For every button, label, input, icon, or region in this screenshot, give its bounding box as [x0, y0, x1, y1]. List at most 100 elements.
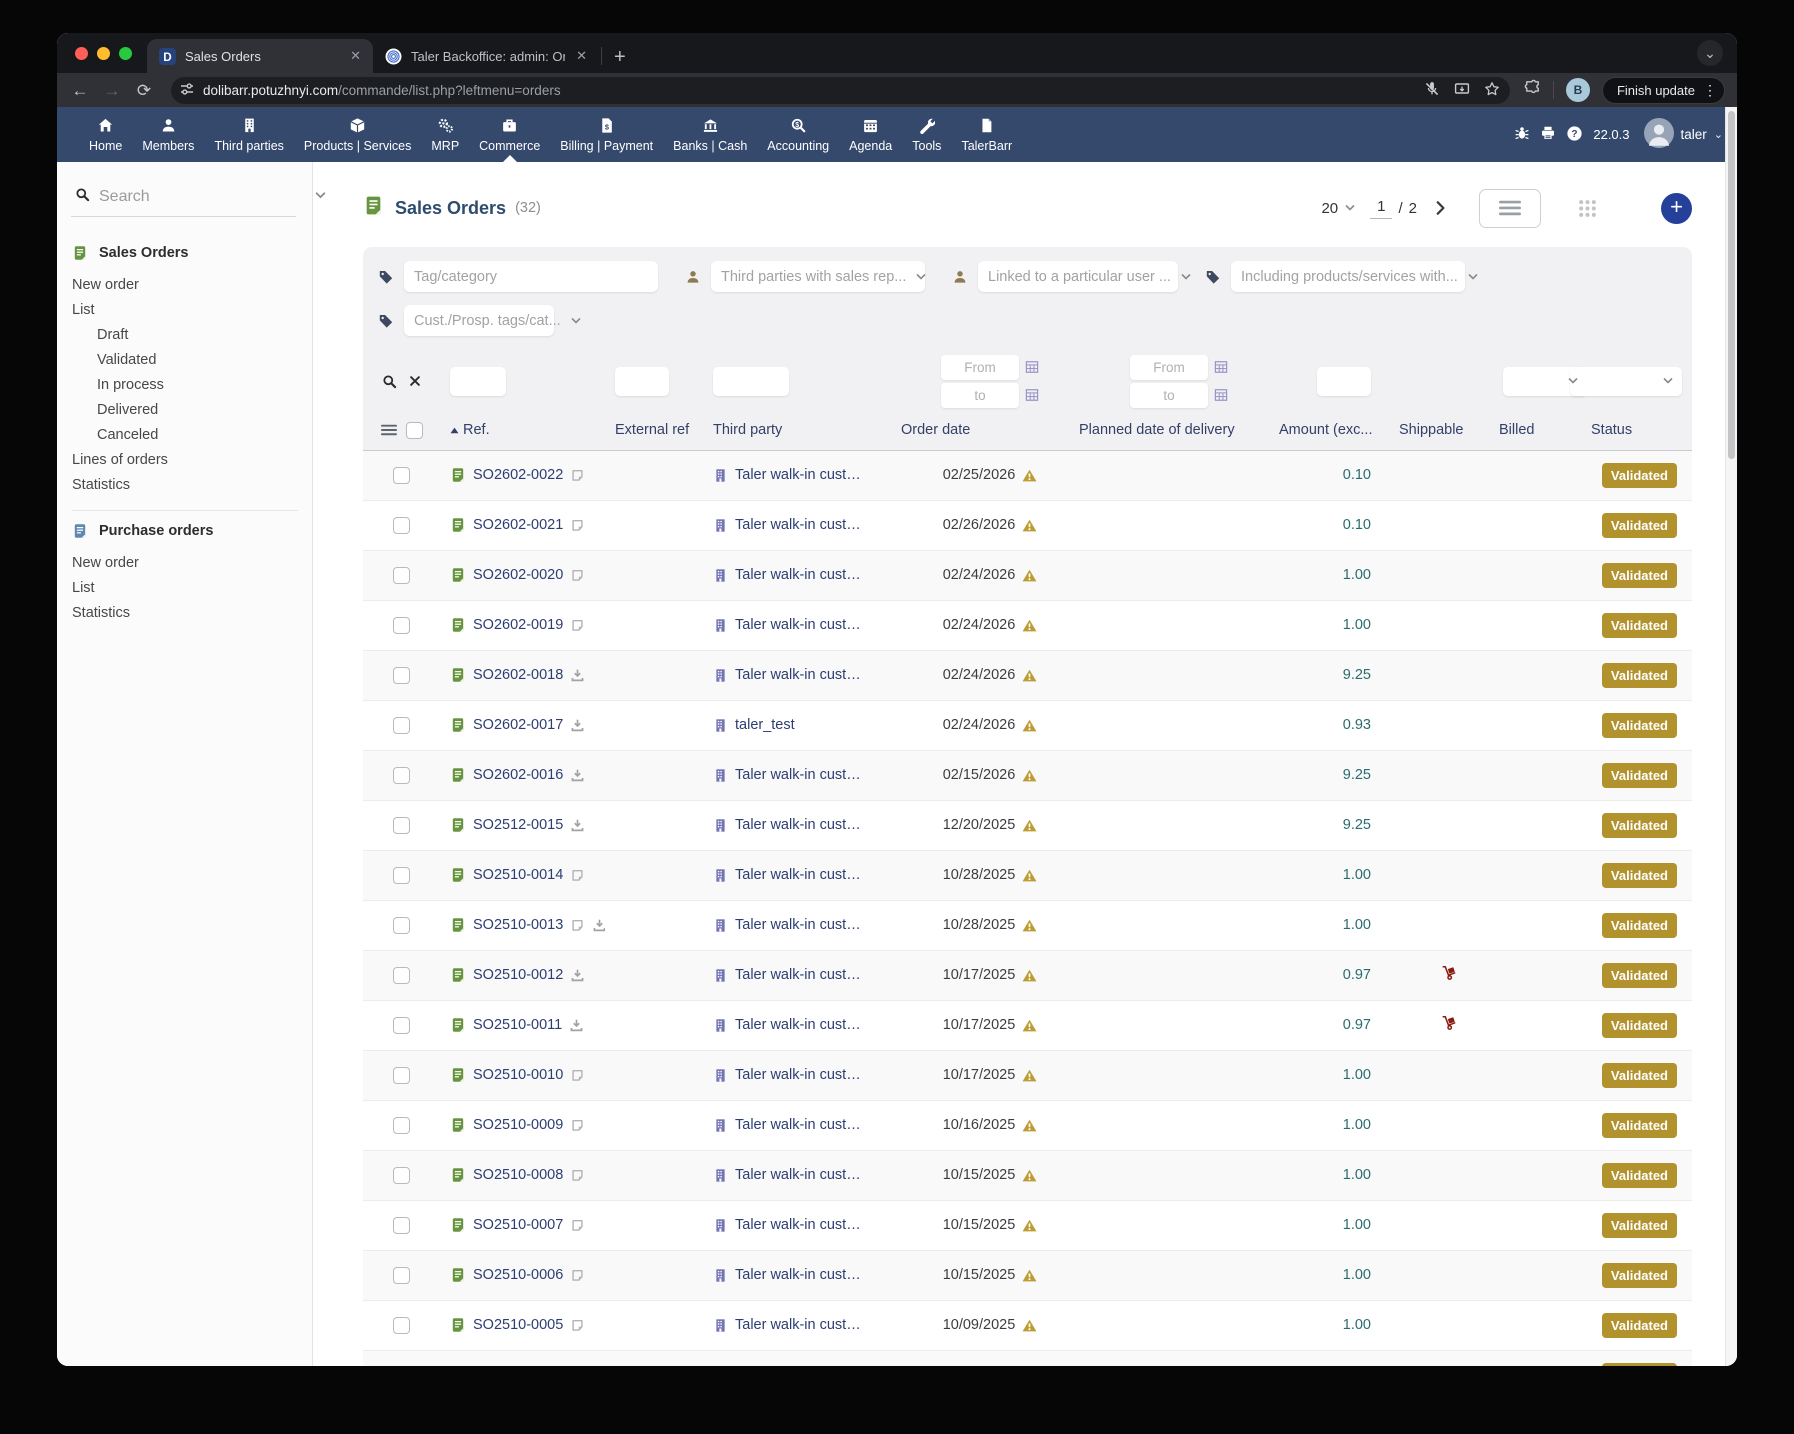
amount-filter-input[interactable] — [1317, 367, 1371, 396]
order-ref-link[interactable]: SO2510-0010 — [473, 1067, 563, 1083]
browser-tab[interactable]: D Sales Orders ✕ — [147, 39, 373, 73]
row-checkbox[interactable] — [393, 917, 410, 934]
third-party-link[interactable]: Taler walk-in cust… — [735, 467, 861, 483]
sidebar-item-list[interactable]: List — [72, 297, 302, 322]
page-size-select[interactable]: 20 — [1321, 200, 1355, 217]
date-to-input[interactable]: to — [1130, 383, 1208, 408]
order-row[interactable]: SO2510-0009 Taler walk-in cust… 10/16/20… — [363, 1100, 1692, 1150]
sidebar-item-statistics[interactable]: Statistics — [72, 600, 302, 625]
topmenu-agenda[interactable]: Agenda — [839, 107, 902, 162]
order-row[interactable]: SO2512-0015 Taler walk-in cust… 12/20/20… — [363, 800, 1692, 850]
filter-select[interactable]: Cust./Prosp. tags/cat... — [404, 305, 554, 336]
order-row[interactable]: SO2602-0022 Taler walk-in cust… 02/25/20… — [363, 450, 1692, 500]
finish-update-button[interactable]: Finish update ⋮ — [1602, 77, 1725, 104]
sidebar-item-statistics[interactable]: Statistics — [72, 472, 302, 497]
search-icon[interactable] — [75, 187, 90, 202]
sidebar-item-lines-of-orders[interactable]: Lines of orders — [72, 447, 302, 472]
order-ref-link[interactable]: SO2510-0012 — [473, 967, 563, 983]
filter-cust-prosp-tags-cat-[interactable]: Cust./Prosp. tags/cat... — [378, 305, 554, 336]
order-ref-link[interactable]: SO2510-0008 — [473, 1167, 563, 1183]
calendar-picker-icon[interactable] — [1214, 388, 1228, 402]
order-row[interactable]: SO2602-0017 taler_test 02/24/2026 0.93 V… — [363, 700, 1692, 750]
order-row[interactable]: SO2602-0019 Taler walk-in cust… 02/24/20… — [363, 600, 1692, 650]
third-party-link[interactable]: Taler walk-in cust… — [735, 1017, 861, 1033]
row-checkbox[interactable] — [393, 1017, 410, 1034]
third-party-link[interactable]: taler_test — [735, 717, 795, 733]
user-menu[interactable]: taler ⌄ — [1644, 118, 1723, 151]
order-amount[interactable]: 0.10 — [1279, 500, 1399, 550]
order-ref-link[interactable]: SO2602-0022 — [473, 467, 563, 483]
order-row[interactable]: SO2510-0010 Taler walk-in cust… 10/17/20… — [363, 1050, 1692, 1100]
scrollbar-thumb[interactable] — [1728, 111, 1735, 459]
topmenu-third-parties[interactable]: Third parties — [204, 107, 293, 162]
bookmark-star-icon[interactable] — [1484, 81, 1500, 100]
order-ref-link[interactable]: SO2602-0017 — [473, 717, 563, 733]
list-view-button[interactable] — [1479, 189, 1541, 228]
order-ref-link[interactable]: SO2510-0006 — [473, 1267, 563, 1283]
order-ref-link[interactable]: SO2602-0019 — [473, 617, 563, 633]
order-amount[interactable]: 1.00 — [1279, 1250, 1399, 1300]
row-checkbox[interactable] — [393, 1217, 410, 1234]
browser-profile-avatar[interactable]: B — [1566, 78, 1590, 102]
topmenu-home[interactable]: Home — [79, 107, 132, 162]
column-header-billed[interactable]: Billed — [1499, 411, 1591, 450]
sidebar-item-validated[interactable]: Validated — [72, 347, 302, 372]
column-header-order-date[interactable]: Order date — [901, 411, 1079, 450]
filter-linked-to-a-particular-user-[interactable]: Linked to a particular user ... — [952, 261, 1178, 292]
topmenu-tools[interactable]: Tools — [902, 107, 951, 162]
row-checkbox[interactable] — [393, 867, 410, 884]
row-checkbox[interactable] — [393, 517, 410, 534]
sidebar-item-new-order[interactable]: New order — [72, 272, 302, 297]
close-window-button[interactable] — [75, 47, 88, 60]
order-amount[interactable]: 9.25 — [1279, 750, 1399, 800]
page-scrollbar[interactable] — [1725, 107, 1737, 1366]
calendar-picker-icon[interactable] — [1025, 360, 1039, 374]
third-party-link[interactable]: Taler walk-in cust… — [735, 1317, 861, 1333]
address-bar[interactable]: dolibarr.potuzhnyi.com /commande/list.ph… — [171, 77, 1510, 104]
filter-tag-category[interactable]: Tag/category — [378, 261, 658, 292]
topmenu-members[interactable]: Members — [132, 107, 204, 162]
sidebar-item-list[interactable]: List — [72, 575, 302, 600]
order-ref-link[interactable]: SO2512-0015 — [473, 817, 563, 833]
column-header-planned-delivery[interactable]: Planned date of delivery — [1079, 411, 1279, 450]
date-from-input[interactable]: From — [1130, 355, 1208, 380]
sidebar-item-canceled[interactable]: Canceled — [72, 422, 302, 447]
order-row[interactable]: SO2510-0007 Taler walk-in cust… 10/15/20… — [363, 1200, 1692, 1250]
column-header-status[interactable]: Status — [1591, 411, 1692, 450]
topmenu-accounting[interactable]: $ Accounting — [757, 107, 839, 162]
order-row[interactable]: SO2602-0020 Taler walk-in cust… 02/24/20… — [363, 550, 1692, 600]
order-ref-link[interactable]: SO2510-0005 — [473, 1317, 563, 1333]
order-amount[interactable]: 0.97 — [1279, 950, 1399, 1000]
cast-icon[interactable] — [1454, 81, 1470, 100]
tab-close-icon[interactable]: ✕ — [574, 48, 589, 64]
column-header-third-party[interactable]: Third party — [701, 411, 901, 450]
calendar-picker-icon[interactable] — [1025, 388, 1039, 402]
order-row[interactable]: SO2510-0012 Taler walk-in cust… 10/17/20… — [363, 950, 1692, 1000]
sidebar-search[interactable] — [71, 182, 296, 217]
filter-including-products-services-wi[interactable]: Including products/services with... — [1205, 261, 1465, 292]
order-row[interactable]: SO2602-0016 Taler walk-in cust… 02/15/20… — [363, 750, 1692, 800]
order-amount[interactable]: 1.00 — [1279, 1150, 1399, 1200]
topmenu-commerce[interactable]: Commerce — [469, 107, 550, 162]
search-input[interactable] — [99, 188, 306, 206]
extensions-icon[interactable] — [1524, 79, 1541, 101]
back-button[interactable]: ← — [67, 82, 93, 99]
third-party-link[interactable]: Taler walk-in cust… — [735, 1067, 861, 1083]
row-checkbox[interactable] — [393, 717, 410, 734]
row-checkbox[interactable] — [393, 667, 410, 684]
row-checkbox[interactable] — [393, 467, 410, 484]
order-amount[interactable]: 1.00 — [1279, 600, 1399, 650]
status-filter-select[interactable] — [1570, 367, 1682, 396]
order-amount[interactable]: 0.97 — [1279, 1000, 1399, 1050]
order-amount[interactable]: 9.25 — [1279, 650, 1399, 700]
help-icon[interactable]: ? — [1566, 125, 1583, 145]
select-all-checkbox[interactable] — [406, 422, 423, 439]
sidebar-item-delivered[interactable]: Delivered — [72, 397, 302, 422]
third-party-link[interactable]: Taler walk-in cust… — [735, 617, 861, 633]
column-header-amount[interactable]: Amount (exc... — [1279, 411, 1399, 450]
tab-search-button[interactable]: ⌄ — [1697, 40, 1723, 66]
sidebar-section-sales-orders[interactable]: Sales Orders — [72, 245, 302, 261]
row-checkbox[interactable] — [393, 567, 410, 584]
order-row[interactable]: SO2602-0018 Taler walk-in cust… 02/24/20… — [363, 650, 1692, 700]
order-row[interactable]: SO2510-0011 Taler walk-in cust… 10/17/20… — [363, 1000, 1692, 1050]
